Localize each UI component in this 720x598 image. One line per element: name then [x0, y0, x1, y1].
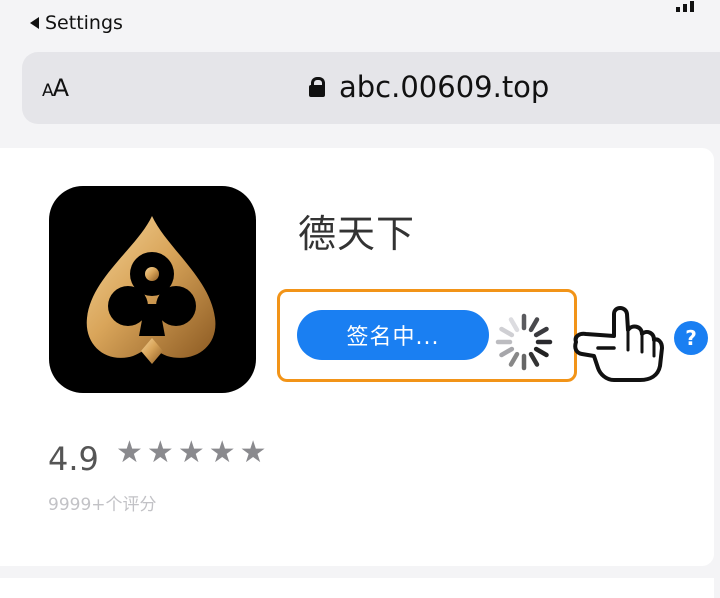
star-icon: ★ — [146, 435, 174, 470]
star-icon: ★ — [239, 435, 267, 470]
help-icon[interactable]: ? — [674, 321, 708, 355]
text-size-large-label: A — [52, 74, 69, 102]
status-bar: Settings — [0, 0, 720, 46]
url-display[interactable]: abc.00609.top — [309, 70, 549, 104]
address-bar[interactable]: AA abc.00609.top — [22, 52, 720, 124]
rating-stars: ★ ★ ★ ★ ★ — [116, 438, 267, 468]
text-size-button[interactable]: AA — [42, 74, 69, 102]
text-size-small-label: A — [42, 81, 54, 101]
app-install-screen: Settings AA abc.00609.top 德天下 签名中... ? 4… — [0, 0, 720, 598]
lock-icon — [309, 77, 325, 97]
back-to-settings-link[interactable]: Settings — [30, 12, 123, 34]
back-label: Settings — [45, 12, 123, 34]
signal-icon — [676, 0, 694, 12]
back-triangle-icon — [30, 17, 39, 29]
star-icon: ★ — [177, 435, 205, 470]
url-text: abc.00609.top — [339, 70, 550, 104]
app-name: 德天下 — [298, 212, 416, 256]
rating-count: 9999+个评分 — [48, 495, 157, 515]
star-icon: ★ — [116, 435, 143, 470]
pointing-hand-icon — [570, 300, 665, 382]
signing-button[interactable]: 签名中... — [297, 310, 489, 360]
loading-spinner-icon — [491, 309, 557, 375]
next-card — [0, 578, 714, 598]
star-icon: ★ — [208, 435, 236, 470]
rating-value: 4.9 — [48, 440, 99, 478]
spade-logo-icon — [49, 186, 256, 393]
